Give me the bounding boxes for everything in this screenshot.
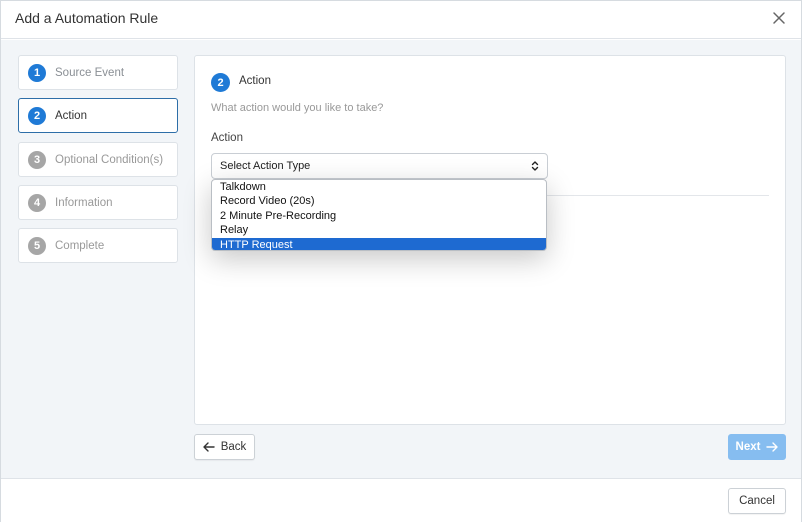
next-button-label: Next [735,441,761,453]
panel-subtitle: What action would you like to take? [211,102,384,114]
action-field-label: Action [211,132,243,144]
modal-title: Add a Automation Rule [15,10,159,26]
cancel-button-label: Cancel [739,495,775,507]
next-button[interactable]: Next [728,434,786,460]
action-type-select[interactable]: Select Action Type [211,153,548,179]
step-optional-conditions[interactable]: 3 Optional Condition(s) [18,142,178,177]
close-icon [773,12,785,24]
panel-title: Action [239,75,271,87]
automation-rule-modal: Add a Automation Rule 1 Source Event 2 A… [0,0,802,522]
step-source-event[interactable]: 1 Source Event [18,55,178,90]
step-number: 2 [28,106,46,125]
modal-footer [1,478,801,522]
close-button[interactable] [771,10,787,26]
dropdown-option-relay[interactable]: Relay [212,223,546,237]
select-value: Select Action Type [220,160,311,172]
action-type-dropdown[interactable]: Talkdown Record Video (20s) 2 Minute Pre… [211,179,547,251]
step-number: 4 [28,193,46,212]
step-label: Action [55,109,87,122]
dropdown-option-pre-recording[interactable]: 2 Minute Pre-Recording [212,209,546,223]
modal-header: Add a Automation Rule [1,1,801,39]
step-label: Optional Condition(s) [55,153,164,166]
step-information[interactable]: 4 Information [18,185,178,220]
dropdown-option-http-request[interactable]: HTTP Request [212,237,546,250]
step-label: Source Event [55,66,125,79]
step-number: 3 [28,150,46,169]
step-label: Complete [55,239,105,252]
arrow-left-icon [203,442,215,452]
dropdown-option-talkdown[interactable]: Talkdown [212,180,546,194]
back-button-label: Back [220,441,247,453]
step-number: 1 [28,63,46,82]
chevron-up-down-icon [531,161,539,171]
cancel-button[interactable]: Cancel [728,488,786,514]
dropdown-option-record-video[interactable]: Record Video (20s) [212,194,546,208]
step-action[interactable]: 2 Action [18,98,178,133]
step-complete[interactable]: 5 Complete [18,228,178,263]
step-label: Information [55,196,113,209]
back-button[interactable]: Back [194,434,255,460]
step-number: 5 [28,236,46,255]
panel-step-number: 2 [211,73,230,92]
arrow-right-icon [766,442,779,452]
